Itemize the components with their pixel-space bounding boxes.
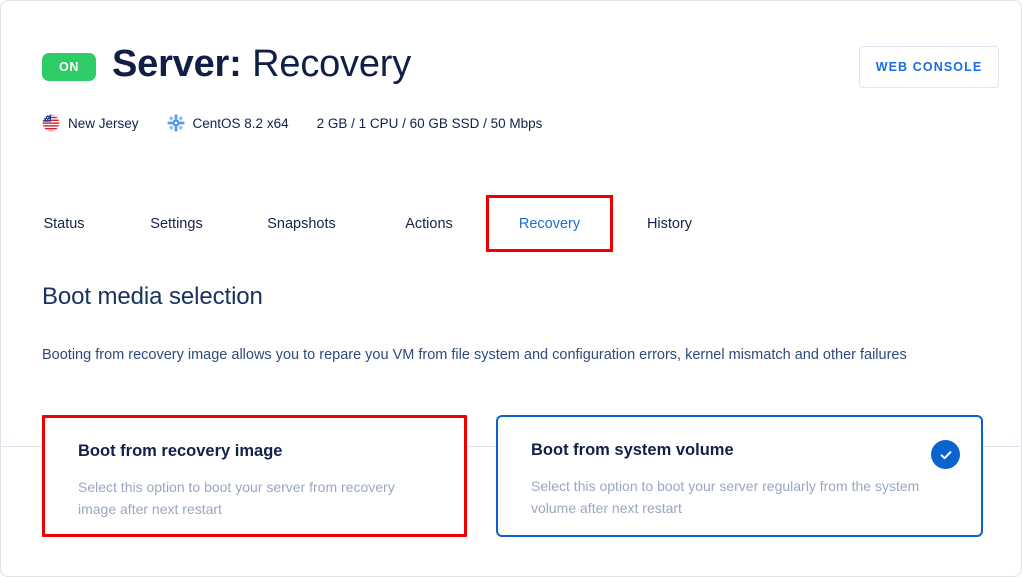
us-flag-icon — [42, 114, 60, 132]
tab-status-label: Status — [43, 215, 85, 232]
meta-specs-label: 2 GB / 1 CPU / 60 GB SSD / 50 Mbps — [316, 115, 543, 131]
tab-history[interactable]: History — [627, 195, 712, 252]
server-recovery-panel: ON Server: Recovery New Jersey CentOS 8.… — [0, 0, 1022, 577]
tab-snapshots[interactable]: Snapshots — [244, 195, 359, 252]
title-row: ON Server: Recovery — [42, 45, 411, 83]
tab-settings-label: Settings — [150, 215, 203, 232]
page-title: Server: Recovery — [112, 45, 411, 83]
option-card-system-volume-title: Boot from system volume — [531, 441, 734, 459]
tab-history-label: History — [646, 215, 693, 232]
option-card-system-volume[interactable]: Boot from system volume Select this opti… — [496, 415, 983, 537]
tab-bar: Status Settings Snapshots Actions Recove… — [1, 195, 1021, 447]
option-card-recovery-image-description: Select this option to boot your server f… — [78, 479, 395, 517]
selected-check-icon — [931, 440, 960, 469]
meta-location-label: New Jersey — [68, 115, 139, 131]
meta-specs: 2 GB / 1 CPU / 60 GB SSD / 50 Mbps — [317, 116, 543, 131]
meta-os: CentOS 8.2 x64 — [167, 114, 289, 132]
option-card-recovery-image[interactable]: Boot from recovery image Select this opt… — [42, 415, 467, 537]
tab-recovery[interactable]: Recovery — [486, 195, 613, 252]
web-console-button[interactable]: WEB CONSOLE — [859, 46, 999, 88]
centos-logo-icon — [167, 114, 185, 132]
page-title-prefix: Server: — [112, 43, 242, 85]
tab-actions-label: Actions — [405, 215, 453, 232]
option-card-recovery-image-title: Boot from recovery image — [78, 442, 283, 460]
page-title-name: Recovery — [252, 43, 412, 85]
web-console-button-label: WEB CONSOLE — [875, 60, 983, 74]
page-header: ON Server: Recovery New Jersey CentOS 8.… — [1, 1, 1021, 191]
meta-os-label: CentOS 8.2 x64 — [192, 115, 289, 131]
server-meta-row: New Jersey CentOS 8.2 x64 2 GB / 1 CPU /… — [42, 114, 542, 132]
tab-actions[interactable]: Actions — [384, 195, 474, 252]
option-card-system-volume-description: Select this option to boot your server r… — [531, 478, 920, 516]
tab-settings[interactable]: Settings — [129, 195, 224, 252]
tab-status[interactable]: Status — [24, 195, 104, 252]
recovery-content: Boot media selection Booting from recove… — [1, 253, 1021, 576]
tab-snapshots-label: Snapshots — [267, 215, 336, 232]
meta-location: New Jersey — [42, 114, 139, 132]
section-title: Boot media selection — [42, 283, 263, 310]
section-description: Booting from recovery image allows you t… — [42, 347, 907, 363]
status-badge: ON — [42, 53, 96, 81]
tab-recovery-label: Recovery — [518, 215, 581, 232]
